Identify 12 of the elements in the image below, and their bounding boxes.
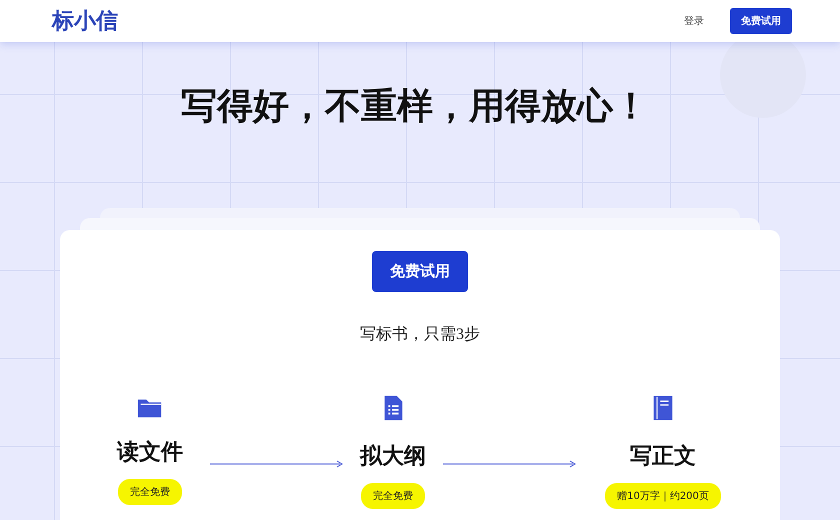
free-trial-button[interactable]: 免费试用 [730, 8, 792, 34]
step-title: 拟大纲 [360, 442, 426, 470]
step-title: 写正文 [630, 442, 696, 470]
headline: 写得好，不重样，用得放心！ [180, 85, 650, 128]
login-link[interactable]: 登录 [684, 14, 704, 28]
step-badge: 完全免费 [361, 483, 425, 509]
step-badge: 赠10万字｜约200页 [605, 483, 721, 509]
step-badge: 完全免费 [118, 479, 182, 505]
step-title: 读文件 [117, 438, 183, 466]
free-trial-button[interactable]: 免费试用 [372, 251, 468, 292]
subtitle: 写标书，只需3步 [360, 324, 480, 345]
logo[interactable]: 标小信 [52, 6, 118, 36]
